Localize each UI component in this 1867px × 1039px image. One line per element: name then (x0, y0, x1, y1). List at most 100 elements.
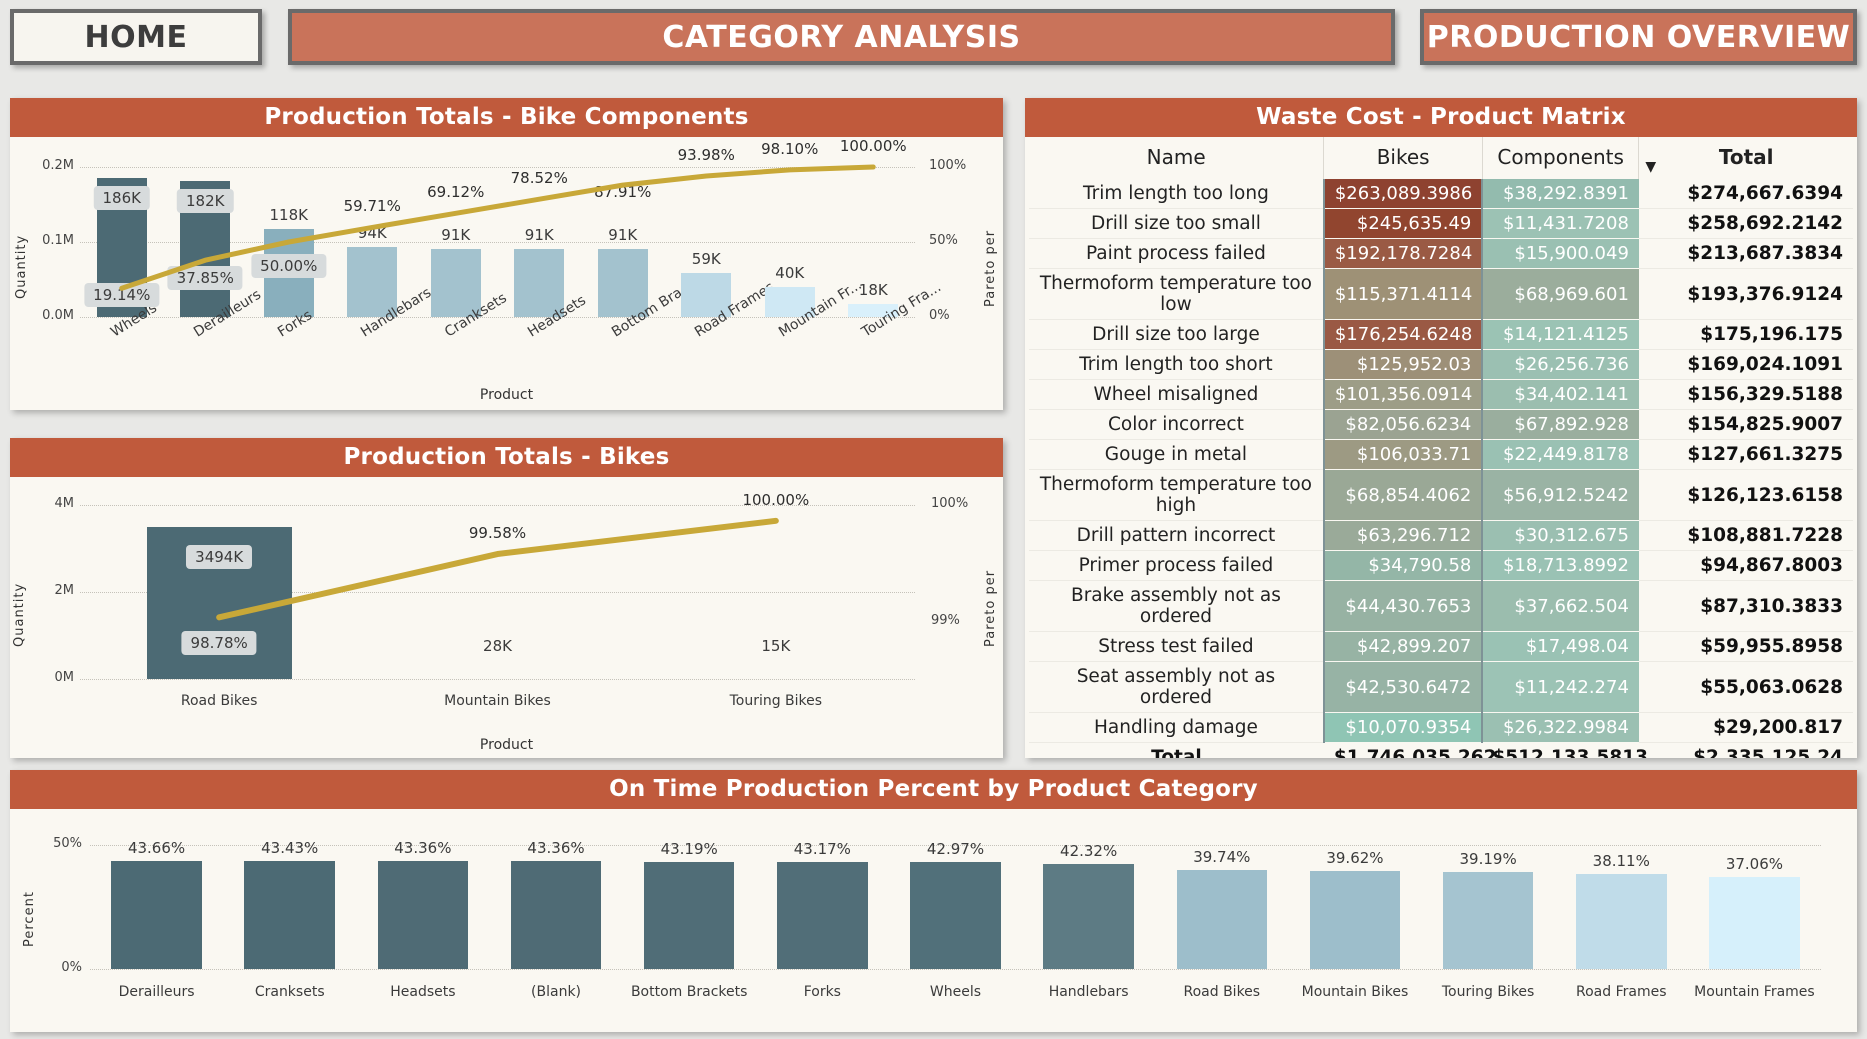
cell-total-bikes: $1,746,035.262 (1324, 743, 1483, 759)
y-axis-title: Quantity (12, 543, 27, 647)
chart-production-totals-bikes[interactable]: 0M2M4M100%99%QuantityPareto perProduct34… (10, 477, 1003, 757)
cell-total: $175,196.175 (1639, 320, 1853, 350)
bar[interactable] (1576, 874, 1667, 969)
x-axis-category-label: Touring Bikes (706, 693, 846, 709)
table-row[interactable]: Thermoform temperature too low$115,371.4… (1029, 269, 1853, 320)
cell-name: Handling damage (1029, 713, 1324, 743)
panel-on-time-production-percent: On Time Production Percent by Product Ca… (10, 770, 1857, 1032)
x-axis-category-label: Road Bikes (1156, 983, 1288, 1001)
bar-value-label: 43.43% (230, 839, 350, 857)
cell-name: Thermoform temperature too high (1029, 470, 1324, 521)
bar[interactable] (244, 861, 335, 969)
column-header-components[interactable]: Components (1482, 137, 1639, 179)
x-axis-category-label: Mountain Bikes (1289, 983, 1421, 1001)
cell-name: Seat assembly not as ordered (1029, 662, 1324, 713)
table-row[interactable]: Wheel misaligned$101,356.0914$34,402.141… (1029, 380, 1853, 410)
bar[interactable] (1443, 872, 1534, 969)
x-axis-category-label: Bottom Brackets (623, 983, 755, 1001)
y2-axis-tick: 0% (929, 308, 950, 323)
column-header-total[interactable]: ▼ Total (1639, 137, 1853, 179)
cell-components: $38,292.8391 (1482, 179, 1639, 209)
cell-components: $14,121.4125 (1482, 320, 1639, 350)
bar[interactable] (511, 861, 602, 969)
table-row[interactable]: Primer process failed$34,790.58$18,713.8… (1029, 551, 1853, 581)
y-axis-tick: 50% (38, 836, 82, 851)
table-row[interactable]: Trim length too short$125,952.03$26,256.… (1029, 350, 1853, 380)
x-axis-title: Product (10, 737, 1003, 753)
x-axis-category-label: Forks (756, 983, 888, 1001)
cell-name: Trim length too short (1029, 350, 1324, 380)
bar[interactable] (1310, 871, 1401, 969)
bar-value-label: 3494K (186, 545, 252, 569)
bar-value-label: 39.19% (1428, 850, 1548, 868)
chart-on-time-production-percent[interactable]: 50%0%Percent43.66%Derailleurs43.43%Crank… (10, 809, 1857, 1031)
cell-total: $169,024.1091 (1639, 350, 1853, 380)
table-row[interactable]: Color incorrect$82,056.6234$67,892.928$1… (1029, 410, 1853, 440)
table-row[interactable]: Brake assembly not as ordered$44,430.765… (1029, 581, 1853, 632)
x-axis-category-label: Wheels (890, 983, 1022, 1001)
bar[interactable] (1709, 877, 1800, 969)
table-row[interactable]: Handling damage$10,070.9354$26,322.9984$… (1029, 713, 1853, 743)
bar-value-label: 43.17% (762, 840, 882, 858)
waste-cost-matrix-table[interactable]: Name Bikes Components ▼ Total Trim lengt… (1029, 137, 1853, 758)
nav-button-home[interactable]: HOME (10, 9, 262, 65)
cell-name: Paint process failed (1029, 239, 1324, 269)
bar[interactable] (1043, 864, 1134, 969)
bar[interactable] (111, 861, 202, 969)
table-total-row: Total$1,746,035.262$512,133.5813$2,335,1… (1029, 743, 1853, 759)
y-axis-title: Percent (22, 863, 37, 947)
bar-value-label: 94K (327, 224, 417, 242)
table-row[interactable]: Drill size too small$245,635.49$11,431.7… (1029, 209, 1853, 239)
bar-value-label: 39.62% (1295, 849, 1415, 867)
cell-name: Color incorrect (1029, 410, 1324, 440)
bar-value-label: 91K (494, 226, 584, 244)
cell-total: $258,692.2142 (1639, 209, 1853, 239)
table-row[interactable]: Gouge in metal$106,033.71$22,449.8178$12… (1029, 440, 1853, 470)
table-row[interactable]: Drill size too large$176,254.6248$14,121… (1029, 320, 1853, 350)
table-row[interactable]: Thermoform temperature too high$68,854.4… (1029, 470, 1853, 521)
cell-bikes: $82,056.6234 (1324, 410, 1483, 440)
table-row[interactable]: Seat assembly not as ordered$42,530.6472… (1029, 662, 1853, 713)
cell-bikes: $245,635.49 (1324, 209, 1483, 239)
panel-production-totals-bike-components: Production Totals - Bike Components 0.0M… (10, 98, 1003, 410)
nav-button-production-overview[interactable]: PRODUCTION OVERVIEW (1420, 9, 1857, 65)
y-axis-tick: 0.1M (34, 233, 74, 248)
table-row[interactable]: Stress test failed$42,899.207$17,498.04$… (1029, 632, 1853, 662)
bar-value-label: 43.66% (97, 839, 217, 857)
cell-name: Drill pattern incorrect (1029, 521, 1324, 551)
table-row[interactable]: Trim length too long$263,089.3986$38,292… (1029, 179, 1853, 209)
cell-components: $68,969.601 (1482, 269, 1639, 320)
bar[interactable] (910, 862, 1001, 969)
panel-production-totals-bikes: Production Totals - Bikes 0M2M4M100%99%Q… (10, 438, 1003, 758)
column-header-name[interactable]: Name (1029, 137, 1324, 179)
bar[interactable] (644, 862, 735, 969)
cell-total: $156,329.5188 (1639, 380, 1853, 410)
pareto-percent-label: 99.58% (438, 524, 558, 542)
sort-descending-icon: ▼ (1645, 159, 1656, 175)
table-row[interactable]: Drill pattern incorrect$63,296.712$30,31… (1029, 521, 1853, 551)
cell-total: $127,661.3275 (1639, 440, 1853, 470)
chart-production-totals-bike-components[interactable]: 0.0M0%0.1M50%0.2M100%QuantityPareto perP… (10, 137, 1003, 409)
pareto-percent-label: 50.00% (251, 254, 326, 278)
bar-value-label: 38.11% (1561, 852, 1681, 870)
bar[interactable] (1177, 870, 1268, 969)
cell-bikes: $44,430.7653 (1324, 581, 1483, 632)
bar[interactable] (777, 862, 868, 969)
bar[interactable] (378, 861, 469, 969)
column-header-bikes[interactable]: Bikes (1324, 137, 1483, 179)
cell-components: $11,431.7208 (1482, 209, 1639, 239)
bar-value-label: 42.97% (896, 840, 1016, 858)
y-axis-tick: 4M (30, 496, 74, 511)
pareto-percent-label: 100.00% (716, 491, 836, 509)
pareto-percent-label: 100.00% (823, 137, 923, 155)
cell-total: $94,867.8003 (1639, 551, 1853, 581)
cell-components: $37,662.504 (1482, 581, 1639, 632)
top-navigation: HOME CATEGORY ANALYSIS PRODUCTION OVERVI… (0, 0, 1867, 76)
cell-total: $274,667.6394 (1639, 179, 1853, 209)
pareto-percent-label: 37.85% (168, 266, 243, 290)
nav-button-category-analysis[interactable]: CATEGORY ANALYSIS (288, 9, 1395, 65)
x-axis-category-label: Road Frames (1555, 983, 1687, 1001)
bar-value-label: 15K (731, 637, 821, 655)
table-row[interactable]: Paint process failed$192,178.7284$15,900… (1029, 239, 1853, 269)
cell-name: Brake assembly not as ordered (1029, 581, 1324, 632)
